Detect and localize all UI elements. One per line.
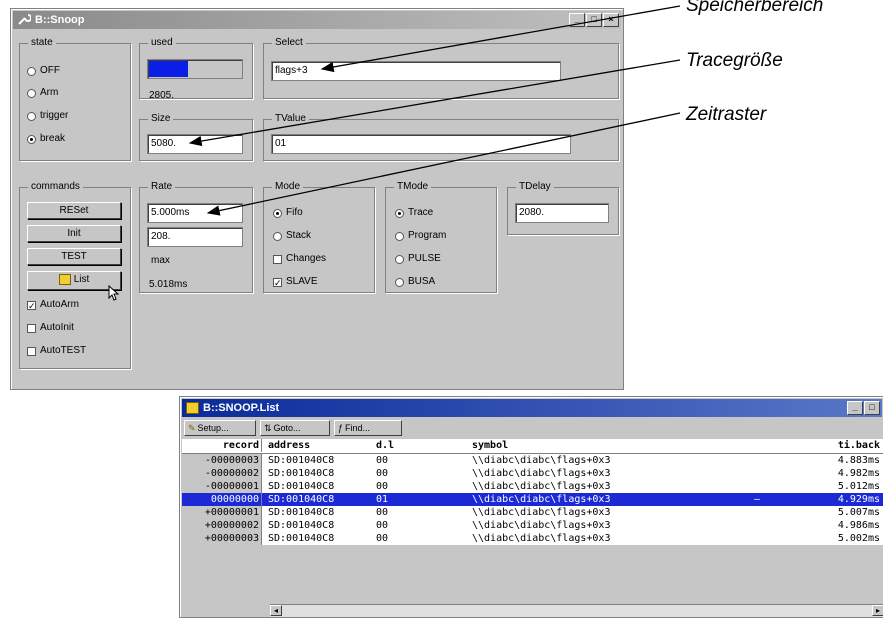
find-button[interactable]: ƒ Find... bbox=[334, 420, 402, 436]
used-gauge bbox=[147, 59, 243, 79]
autoinit-checkbox[interactable]: AutoInit bbox=[27, 322, 74, 334]
radio-icon bbox=[395, 254, 404, 264]
mouse-cursor-icon bbox=[108, 284, 120, 306]
rate-input[interactable]: 5.000ms bbox=[147, 203, 243, 223]
list-toolbar: ✎ Setup... ⇅ Goto... ƒ Find... bbox=[182, 418, 882, 438]
maximize-button[interactable]: □ bbox=[586, 13, 602, 27]
snoop-title: B::Snoop bbox=[35, 14, 85, 26]
state-break-radio[interactable]: break bbox=[27, 133, 65, 145]
wrench-icon bbox=[17, 14, 32, 26]
scroll-right-icon[interactable]: ▸ bbox=[872, 605, 883, 616]
test-button[interactable]: TEST bbox=[27, 248, 121, 265]
list-maximize-button[interactable]: □ bbox=[864, 401, 880, 415]
init-button[interactable]: Init bbox=[27, 225, 121, 242]
tdelay-input[interactable]: 2080. bbox=[515, 203, 609, 223]
callout-speicherbereich: Speicherbereich bbox=[686, 0, 824, 16]
checkbox-checked-icon: ✓ bbox=[273, 277, 282, 288]
close-button[interactable]: × bbox=[603, 13, 619, 27]
tdelay-label: TDelay bbox=[516, 181, 554, 193]
commands-label: commands bbox=[28, 181, 83, 193]
list-icon bbox=[58, 273, 71, 285]
mode-changes-checkbox[interactable]: Changes bbox=[273, 253, 326, 265]
tmode-program-radio[interactable]: Program bbox=[395, 230, 446, 242]
state-off-radio[interactable]: OFF bbox=[27, 65, 60, 77]
radio-selected-icon bbox=[395, 208, 404, 218]
checkbox-icon bbox=[27, 323, 36, 333]
list-window-icon bbox=[186, 402, 199, 414]
callout-zeitraster: Zeitraster bbox=[686, 104, 767, 125]
select-input[interactable]: flags+3 bbox=[271, 61, 561, 81]
checkbox-icon bbox=[27, 346, 36, 356]
mode-stack-radio[interactable]: Stack bbox=[273, 230, 311, 242]
state-arm-radio[interactable]: Arm bbox=[27, 87, 58, 99]
radio-icon bbox=[27, 88, 36, 98]
radio-icon bbox=[27, 66, 36, 76]
reset-button[interactable]: RESet bbox=[27, 202, 121, 219]
table-row[interactable]: +00000001 SD:001040C8 00 \\diabc\diabc\f… bbox=[182, 506, 883, 519]
setup-button[interactable]: ✎ Setup... bbox=[184, 420, 256, 436]
table-header: record address d.l symbol ti.back bbox=[182, 439, 883, 454]
max-value: 5.018ms bbox=[149, 279, 188, 290]
col-record-header: record bbox=[182, 439, 262, 452]
mode-slave-checkbox[interactable]: ✓ SLAVE bbox=[273, 276, 318, 288]
goto-icon: ⇅ bbox=[264, 422, 272, 433]
list-button[interactable]: List bbox=[27, 271, 121, 290]
state-trigger-radio[interactable]: trigger bbox=[27, 110, 68, 122]
find-icon: ƒ bbox=[338, 423, 344, 433]
trace-table: record address d.l symbol ti.back -00000… bbox=[182, 439, 883, 545]
tmode-pulse-radio[interactable]: PULSE bbox=[395, 253, 441, 265]
radio-icon bbox=[395, 277, 404, 287]
table-row[interactable]: -00000003 SD:001040C8 00 \\diabc\diabc\f… bbox=[182, 454, 883, 467]
tmode-label: TMode bbox=[394, 181, 432, 193]
tmode-trace-radio[interactable]: Trace bbox=[395, 207, 433, 219]
select-label: Select bbox=[272, 37, 306, 49]
autoarm-checkbox[interactable]: ✓ AutoArm bbox=[27, 299, 79, 311]
state-label: state bbox=[28, 37, 56, 49]
table-row-selected[interactable]: 00000000 SD:001040C8 01 \\diabc\diabc\fl… bbox=[182, 493, 883, 506]
list-titlebar[interactable]: B::SNOOP.List _ □ bbox=[182, 399, 882, 417]
radio-icon bbox=[395, 231, 404, 241]
list-minimize-button[interactable]: _ bbox=[847, 401, 863, 415]
autotest-checkbox[interactable]: AutoTEST bbox=[27, 345, 86, 357]
size-label: Size bbox=[148, 113, 174, 125]
radio-icon bbox=[27, 111, 36, 121]
rate-label: Rate bbox=[148, 181, 176, 193]
radio-selected-icon bbox=[273, 208, 282, 218]
list-window: B::SNOOP.List _ □ ✎ Setup... ⇅ Goto... ƒ Fi… bbox=[179, 396, 883, 618]
tmode-busa-radio[interactable]: BUSA bbox=[395, 276, 435, 288]
radio-icon bbox=[273, 231, 282, 241]
callout-tracegroesse: Tracegröße bbox=[686, 50, 783, 71]
used-label: used bbox=[148, 37, 176, 49]
radio-selected-icon bbox=[27, 134, 36, 144]
col-tiback-header: ti.back bbox=[837, 440, 880, 451]
wrench-icon: ✎ bbox=[188, 422, 196, 433]
goto-button[interactable]: ⇅ Goto... bbox=[260, 420, 330, 436]
tvalue-input[interactable]: 01 bbox=[271, 134, 571, 154]
list-title: B::SNOOP.List bbox=[203, 402, 280, 414]
col-address-header: address bbox=[268, 440, 311, 451]
checkbox-checked-icon: ✓ bbox=[27, 300, 36, 311]
rate-count-input[interactable]: 208. bbox=[147, 227, 243, 247]
col-dl-header: d.l bbox=[376, 440, 395, 451]
max-label: max bbox=[151, 255, 170, 266]
checkbox-icon bbox=[273, 254, 282, 264]
table-row[interactable]: -00000001 SD:001040C8 00 \\diabc\diabc\f… bbox=[182, 480, 883, 493]
tvalue-label: TValue bbox=[272, 113, 309, 125]
size-input[interactable]: 5080. bbox=[147, 134, 243, 154]
table-row[interactable]: +00000003 SD:001040C8 00 \\diabc\diabc\f… bbox=[182, 532, 883, 545]
table-row[interactable]: -00000002 SD:001040C8 00 \\diabc\diabc\f… bbox=[182, 467, 883, 480]
used-value: 2805. bbox=[149, 90, 175, 101]
snoop-window: B::Snoop _ □ × state OFF Arm trigger bre… bbox=[10, 8, 624, 390]
mode-label: Mode bbox=[272, 181, 304, 193]
mode-fifo-radio[interactable]: Fifo bbox=[273, 207, 303, 219]
horizontal-scrollbar[interactable]: ◂ ▸ bbox=[270, 604, 883, 617]
minimize-button[interactable]: _ bbox=[569, 13, 585, 27]
snoop-titlebar[interactable]: B::Snoop _ □ × bbox=[13, 11, 621, 29]
col-symbol-header: symbol bbox=[472, 440, 509, 451]
used-gauge-fill bbox=[149, 61, 189, 77]
scroll-left-icon[interactable]: ◂ bbox=[270, 605, 282, 616]
table-row[interactable]: +00000002 SD:001040C8 00 \\diabc\diabc\f… bbox=[182, 519, 883, 532]
